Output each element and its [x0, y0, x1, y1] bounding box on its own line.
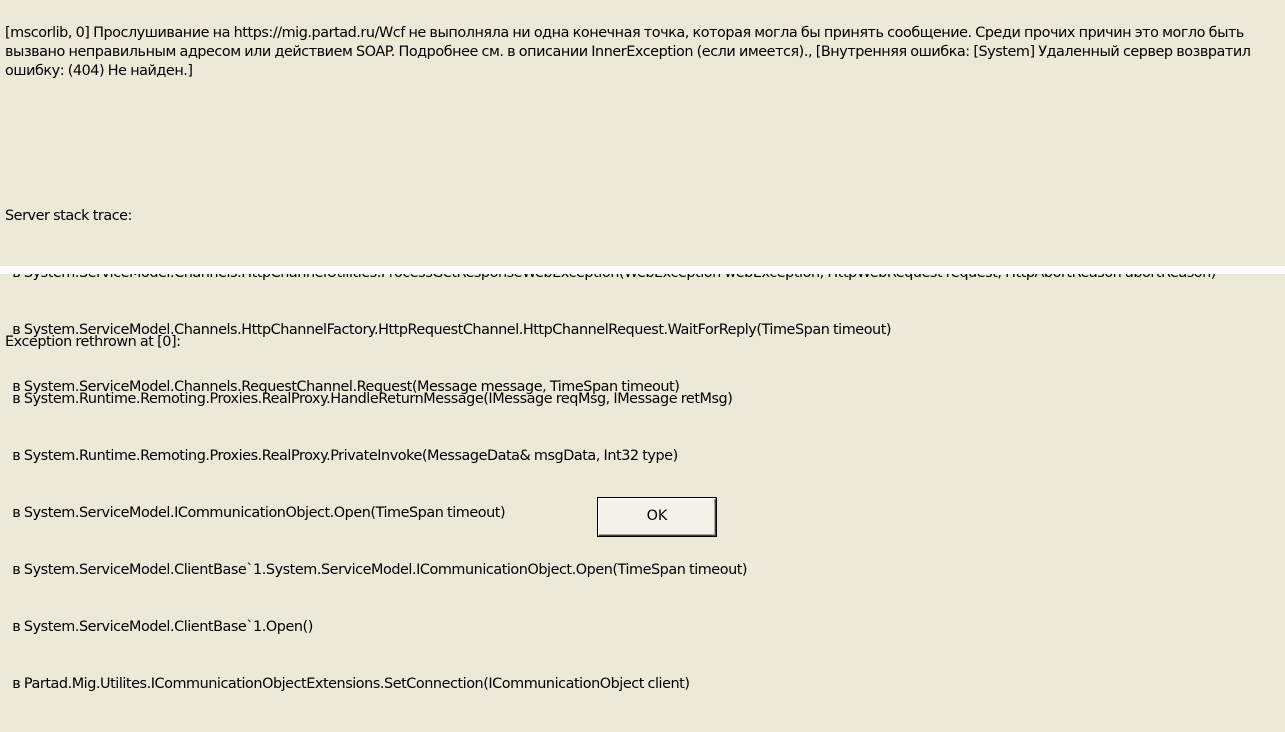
stack-trace-line: в System.ServiceModel.ClientBase`1.Open(… [5, 619, 313, 635]
server-stack-trace-heading: Server stack trace: [5, 208, 132, 224]
stack-trace-line: в System.ServiceModel.ClientBase`1.Syste… [5, 562, 748, 578]
stack-trace-line: в Partad.Mig.Utilites.ICommunicationObje… [5, 676, 690, 692]
stack-trace-line: в System.Runtime.Remoting.Proxies.RealPr… [5, 391, 733, 407]
error-message: [mscorlib, 0] Прослушивание на https://m… [5, 25, 1255, 79]
section-separator [0, 266, 1285, 274]
error-dialog: [mscorlib, 0] Прослушивание на https://m… [0, 0, 1285, 692]
exception-rethrown-heading: Exception rethrown at [0]: [5, 334, 181, 350]
ok-button[interactable]: OK [598, 498, 716, 536]
stack-trace-line: в System.Runtime.Remoting.Proxies.RealPr… [5, 448, 678, 464]
